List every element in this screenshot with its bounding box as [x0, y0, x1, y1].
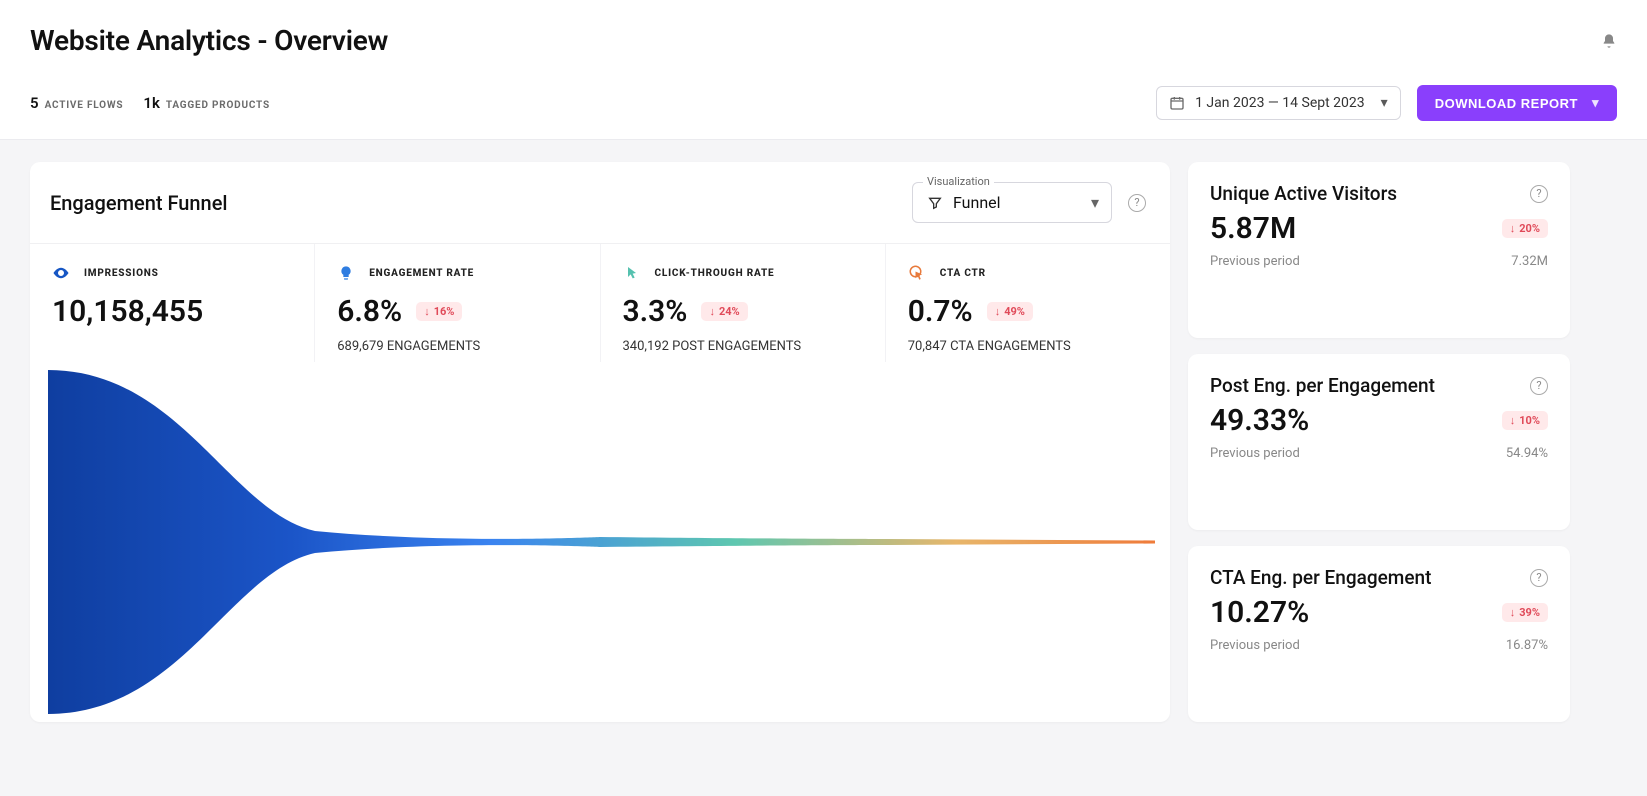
target-click-icon	[908, 264, 926, 282]
visualization-legend: Visualization	[923, 175, 994, 188]
prev-label: Previous period	[1210, 254, 1300, 269]
prev-value: 54.94%	[1506, 446, 1548, 461]
engagement-funnel-card: Engagement Funnel Visualization Funnel ▾…	[30, 162, 1170, 722]
funnel-chart	[30, 362, 1170, 722]
prev-label: Previous period	[1210, 638, 1300, 653]
delta-badge: ↓ 20%	[1502, 219, 1548, 238]
card-unique-active-visitors: Unique Active Visitors ? 5.87M ↓ 20% Pre…	[1188, 162, 1570, 338]
card-title: Post Eng. per Engagement	[1210, 374, 1435, 397]
stage-impressions: Impressions 10,158,455	[30, 244, 315, 362]
delta-badge: ↓ 24%	[701, 302, 747, 321]
header-stats: 5 Active Flows 1k Tagged Products	[30, 94, 270, 112]
visualization-select[interactable]: Visualization Funnel ▾	[912, 182, 1112, 223]
title-row: Website Analytics - Overview	[30, 24, 1617, 57]
viz-controls: Visualization Funnel ▾ ?	[912, 182, 1146, 223]
date-range-text: 1 Jan 2023 — 14 Sept 2023	[1195, 95, 1365, 111]
calendar-icon	[1169, 95, 1185, 111]
prev-label: Previous period	[1210, 446, 1300, 461]
cursor-icon	[623, 264, 641, 282]
card-value: 49.33%	[1210, 403, 1309, 438]
help-icon[interactable]: ?	[1530, 569, 1548, 587]
header-controls: 1 Jan 2023 — 14 Sept 2023 ▾ DOWNLOAD REP…	[1156, 85, 1617, 121]
help-icon[interactable]: ?	[1530, 377, 1548, 395]
card-value: 5.87M	[1210, 211, 1296, 246]
funnel-header: Engagement Funnel Visualization Funnel ▾…	[30, 162, 1170, 244]
stage-label: Impressions	[84, 268, 159, 279]
tagged-products-label: Tagged Products	[166, 100, 270, 111]
funnel-title: Engagement Funnel	[50, 191, 228, 215]
stage-value: 10,158,455	[52, 294, 203, 329]
header: Website Analytics - Overview 5 Active Fl…	[0, 0, 1647, 139]
active-flows-value: 5	[30, 94, 39, 112]
chevron-down-icon: ▾	[1592, 95, 1599, 111]
download-report-label: DOWNLOAD REPORT	[1435, 96, 1578, 111]
date-range-picker[interactable]: 1 Jan 2023 — 14 Sept 2023 ▾	[1156, 86, 1401, 120]
delta-value: 10%	[1519, 414, 1540, 427]
side-column: Unique Active Visitors ? 5.87M ↓ 20% Pre…	[1188, 162, 1570, 722]
help-icon[interactable]: ?	[1128, 194, 1146, 212]
arrow-down-icon: ↓	[1510, 606, 1516, 619]
prev-value: 7.32M	[1511, 254, 1548, 269]
tagged-products-value: 1k	[143, 94, 160, 112]
stage-click-through-rate: Click-Through Rate 3.3% ↓ 24% 340,192 PO…	[601, 244, 886, 362]
card-post-eng-per-engagement: Post Eng. per Engagement ? 49.33% ↓ 10% …	[1188, 354, 1570, 530]
delta-badge: ↓ 16%	[416, 302, 462, 321]
chevron-down-icon: ▾	[1091, 193, 1099, 212]
delta-badge: ↓ 49%	[987, 302, 1033, 321]
stage-cta-ctr: CTA CTR 0.7% ↓ 49% 70,847 CTA ENGAGEMENT…	[886, 244, 1170, 362]
stage-sub: 340,192 POST ENGAGEMENTS	[623, 339, 863, 354]
delta-value: 39%	[1519, 606, 1540, 619]
delta-value: 20%	[1519, 222, 1540, 235]
card-title: CTA Eng. per Engagement	[1210, 566, 1431, 589]
stage-label: Engagement Rate	[369, 268, 474, 279]
subheader: 5 Active Flows 1k Tagged Products 1 Jan …	[30, 57, 1617, 139]
arrow-down-icon: ↓	[424, 305, 430, 318]
stage-label: Click-Through Rate	[655, 268, 775, 279]
arrow-down-icon: ↓	[709, 305, 715, 318]
eye-icon	[52, 264, 70, 282]
download-report-button[interactable]: DOWNLOAD REPORT ▾	[1417, 85, 1617, 121]
content: Engagement Funnel Visualization Funnel ▾…	[0, 140, 1647, 762]
notification-bell-icon[interactable]	[1601, 32, 1617, 50]
filter-icon	[927, 195, 943, 211]
stage-sub: 70,847 CTA ENGAGEMENTS	[908, 339, 1148, 354]
arrow-down-icon: ↓	[995, 305, 1001, 318]
chevron-down-icon: ▾	[1381, 95, 1388, 111]
stat-active-flows: 5 Active Flows	[30, 94, 123, 112]
delta-value: 49%	[1004, 305, 1025, 318]
delta-badge: ↓ 10%	[1502, 411, 1548, 430]
stage-label: CTA CTR	[940, 268, 986, 279]
stat-tagged-products: 1k Tagged Products	[143, 94, 270, 112]
active-flows-label: Active Flows	[45, 100, 124, 111]
arrow-down-icon: ↓	[1510, 414, 1516, 427]
lightbulb-icon	[337, 264, 355, 282]
card-cta-eng-per-engagement: CTA Eng. per Engagement ? 10.27% ↓ 39% P…	[1188, 546, 1570, 722]
card-value: 10.27%	[1210, 595, 1309, 630]
stage-value: 6.8%	[337, 294, 402, 329]
delta-value: 24%	[719, 305, 740, 318]
visualization-value: Funnel	[953, 193, 1001, 212]
page-title: Website Analytics - Overview	[30, 24, 388, 57]
delta-badge: ↓ 39%	[1502, 603, 1548, 622]
card-title: Unique Active Visitors	[1210, 182, 1397, 205]
help-icon[interactable]: ?	[1530, 185, 1548, 203]
prev-value: 16.87%	[1506, 638, 1548, 653]
funnel-stages: Impressions 10,158,455 Engagement Rate 6…	[30, 244, 1170, 362]
stage-value: 3.3%	[623, 294, 688, 329]
stage-sub: 689,679 ENGAGEMENTS	[337, 339, 577, 354]
stage-value: 0.7%	[908, 294, 973, 329]
delta-value: 16%	[434, 305, 455, 318]
stage-engagement-rate: Engagement Rate 6.8% ↓ 16% 689,679 ENGAG…	[315, 244, 600, 362]
arrow-down-icon: ↓	[1510, 222, 1516, 235]
